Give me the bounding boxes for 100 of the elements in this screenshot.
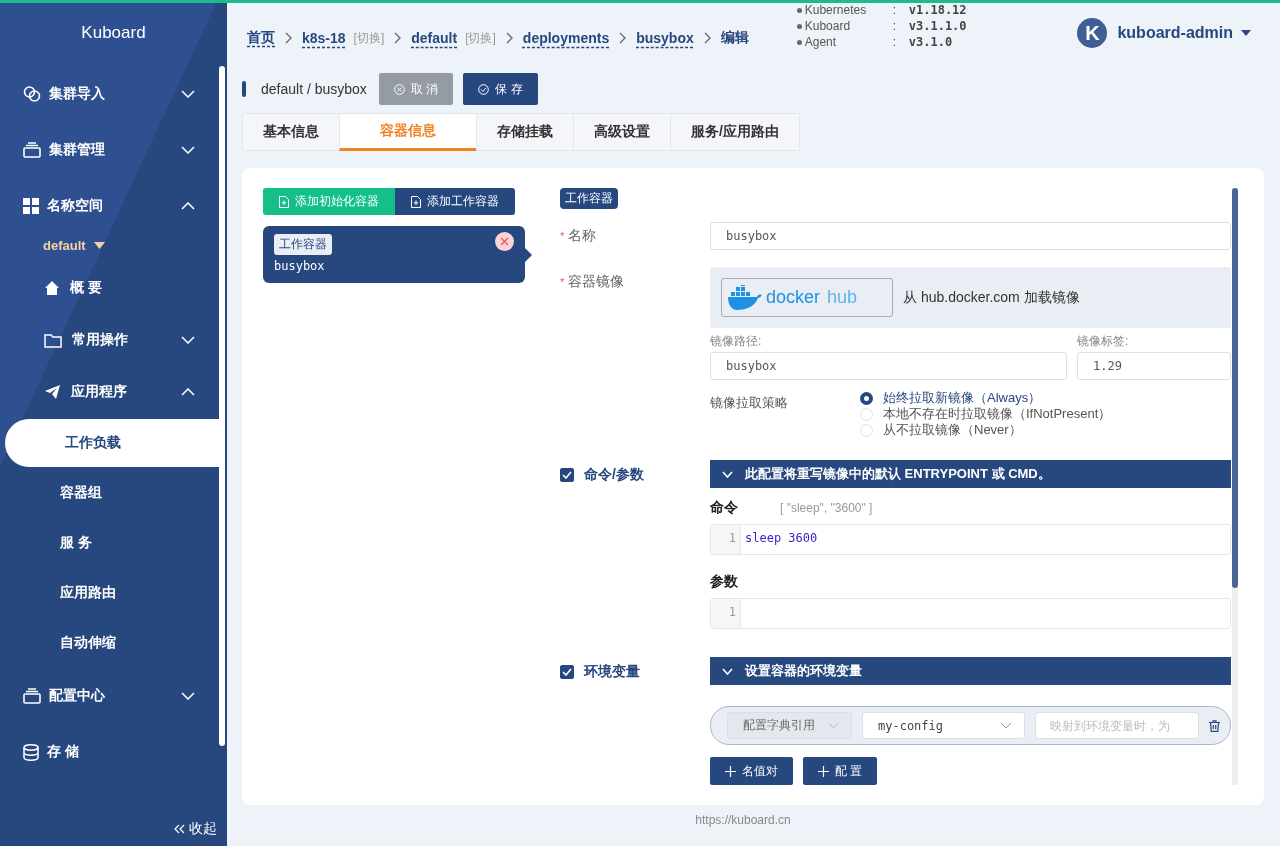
checkbox[interactable]	[560, 665, 574, 679]
code-editor[interactable]: 1 sleep 3600	[710, 524, 1231, 555]
menu-item[interactable]: 容器组	[0, 468, 222, 518]
menu-item[interactable]: 集群管理	[0, 122, 222, 178]
breadcrumb-link[interactable]: k8s-18	[302, 30, 346, 46]
version-label: Agent	[804, 34, 838, 50]
breadcrumb-link[interactable]: busybox	[636, 30, 694, 46]
field-label: 镜像路径:	[710, 333, 763, 350]
radio-option[interactable]: 本地不存在时拉取镜像（IfNotPresent）	[860, 406, 1112, 422]
chevron-icon	[181, 90, 195, 98]
tray-icon	[23, 142, 41, 158]
tab[interactable]: 服务/应用路由	[670, 113, 800, 151]
chevron-right-icon	[703, 32, 711, 44]
menu-item[interactable]: 概 要	[0, 262, 222, 314]
version-label: Kuboard	[804, 18, 852, 34]
add-container-button[interactable]: 添加工作容器	[395, 188, 515, 215]
chevron-right-icon	[285, 32, 292, 44]
version-value: v3.1.0	[908, 34, 954, 50]
add-button[interactable]: 配 置	[803, 757, 878, 785]
close-icon[interactable]	[495, 232, 514, 251]
menu-item[interactable]: 配置中心	[0, 668, 222, 724]
link-icon	[23, 85, 41, 103]
double-chevron-icon	[174, 824, 185, 834]
page-title: default / busybox	[261, 81, 368, 97]
document-plus-icon	[279, 195, 289, 208]
tab[interactable]: 高级设置	[573, 113, 670, 151]
trash-icon[interactable]	[1209, 719, 1220, 732]
image-tag-field[interactable]: 1.29	[1077, 352, 1231, 380]
field-label: 参数	[710, 573, 738, 591]
user-menu[interactable]: kuboard-admin	[1117, 24, 1251, 42]
chevron-icon	[181, 146, 195, 154]
radio-option[interactable]: 始终拉取新镜像（Always）	[860, 390, 1112, 406]
menu-item[interactable]: 服 务	[0, 518, 222, 568]
menu-item[interactable]: 自动伸缩	[0, 618, 222, 668]
section-label: 环境变量	[584, 663, 640, 681]
breadcrumb-link[interactable]: 首页	[247, 29, 275, 47]
check-circle-icon	[478, 83, 490, 95]
name-field[interactable]: busybox	[710, 222, 1231, 250]
separator: :	[892, 34, 898, 50]
registry-text: 从 hub.docker.com 加载镜像	[903, 288, 1080, 307]
chevron-icon	[722, 470, 733, 478]
chevron-right-icon	[505, 32, 513, 44]
version-label: Kubernetes	[804, 2, 868, 18]
radio-option[interactable]: 从不拉取镜像（Never）	[860, 422, 1112, 438]
separator: :	[892, 18, 898, 34]
version-value: v1.18.12	[908, 2, 967, 18]
save-button[interactable]: 保 存	[463, 73, 538, 105]
chevron-icon	[722, 667, 733, 675]
chevron-icon	[1000, 722, 1012, 729]
menu-item[interactable]: 常用操作	[0, 314, 222, 366]
database-icon	[23, 743, 39, 761]
user-avatar[interactable]: K	[1077, 18, 1108, 48]
folder-icon	[44, 332, 62, 348]
version-value: v3.1.1.0	[908, 18, 967, 34]
chevron-icon	[828, 722, 839, 729]
tab[interactable]: 基本信息	[242, 113, 339, 151]
plus-icon	[818, 765, 829, 777]
grid-icon	[23, 198, 39, 214]
field-label: 命令	[710, 499, 738, 517]
env-name-field[interactable]: 映射到环境变量时，为	[1035, 712, 1199, 739]
paper-plane-icon	[44, 384, 61, 400]
field-label: 镜像标签:	[1077, 333, 1130, 350]
breadcrumb-link[interactable]: default	[411, 30, 458, 46]
hint-text: [ "sleep", "3600" ]	[780, 501, 873, 515]
tab[interactable]: 存储挂载	[476, 113, 573, 151]
section-label: 命令/参数	[584, 466, 644, 484]
chevron-icon	[181, 692, 195, 700]
container-tag: 工作容器	[274, 234, 332, 255]
container-name: busybox	[274, 259, 326, 273]
radio-button[interactable]	[860, 391, 873, 405]
field-label: * 容器镜像	[560, 272, 626, 291]
container-type-tag: 工作容器	[560, 188, 618, 209]
add-button[interactable]: 名值对	[710, 757, 793, 785]
menu-item[interactable]: 集群导入	[0, 66, 222, 122]
chevron-icon	[181, 202, 195, 210]
caret-icon	[93, 241, 105, 249]
field-label: 镜像拉取策略	[710, 394, 789, 412]
field-label: * 名称	[560, 227, 598, 245]
checkbox[interactable]	[560, 468, 574, 482]
close-circle-icon	[394, 83, 405, 95]
section-banner[interactable]: 此配置将重写镜像中的默认 ENTRYPOINT 或 CMD。	[710, 460, 1231, 488]
home-icon	[44, 280, 60, 296]
menu-item[interactable]: 应用程序	[0, 366, 222, 418]
image-path-field[interactable]: busybox	[710, 352, 1067, 380]
menu-item[interactable]: 应用路由	[0, 568, 222, 618]
separator: :	[892, 2, 898, 18]
tray-icon	[23, 688, 41, 704]
menu-item[interactable]: 工作负载	[5, 419, 222, 467]
chevron-right-icon	[394, 32, 402, 44]
breadcrumb-link[interactable]: deployments	[522, 30, 610, 46]
menu-item[interactable]: 存 储	[0, 724, 222, 780]
whale-icon	[727, 284, 763, 311]
config-select[interactable]: my-config	[862, 712, 1025, 739]
collapse-button[interactable]: 收起	[174, 820, 217, 838]
app-logo: Kuboard	[80, 22, 147, 44]
breadcrumb-text: 编辑	[720, 29, 749, 47]
chevron-icon	[181, 336, 195, 344]
section-banner[interactable]: 设置容器的环境变量	[710, 657, 1231, 685]
source-select[interactable]: 配置字典引用	[727, 712, 852, 739]
caret-icon	[1241, 30, 1251, 36]
